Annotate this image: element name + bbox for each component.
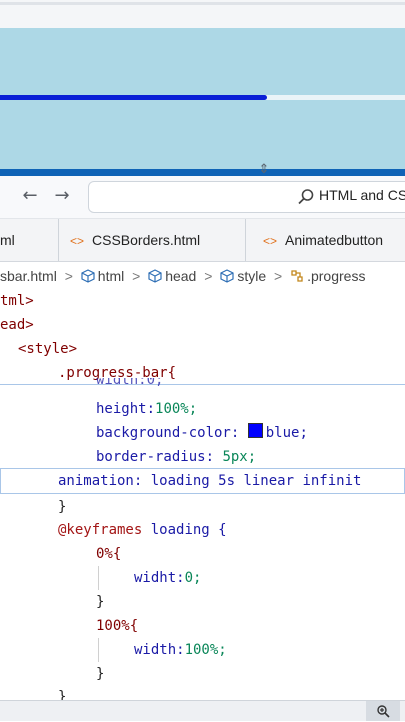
chevron-right-icon: > — [64, 268, 73, 284]
code-line: ead> — [0, 314, 34, 336]
code-line: widht:0; — [134, 567, 201, 589]
code-token: tml> — [0, 293, 34, 309]
code-token: ead> — [0, 317, 34, 333]
indent-guide — [98, 566, 99, 590]
code-token: 100%; — [155, 401, 198, 417]
color-swatch[interactable] — [247, 423, 263, 438]
code-token: border-radius: — [96, 449, 215, 465]
breadcrumb-label: html — [97, 268, 125, 284]
code-line: width:100%; — [134, 639, 227, 661]
code-line: border-radius: 5px; — [96, 446, 256, 468]
code-line: @keyframes loading { — [58, 519, 227, 541]
chevron-right-icon: > — [204, 268, 213, 284]
code-editor[interactable]: tml> ead> <style> .progress-bar{ width:0… — [0, 290, 405, 700]
breadcrumb-label: head — [165, 268, 197, 284]
breadcrumb: sbar.html > html > head > style > .progr… — [0, 262, 405, 291]
preview-pane — [0, 28, 405, 169]
cube-icon — [148, 269, 162, 283]
top-scroll-line — [0, 2, 405, 5]
window-top-strip — [0, 0, 405, 28]
code-token: 5px; — [222, 449, 257, 465]
code-line: tml> — [0, 290, 34, 312]
chevron-right-icon: > — [274, 268, 283, 284]
indent-guide — [98, 638, 99, 662]
code-line-partial: } — [58, 686, 66, 700]
code-token: } — [96, 594, 105, 610]
code-token: } — [58, 499, 67, 515]
breadcrumb-label: .progress — [307, 268, 366, 284]
breadcrumb-item-file[interactable]: sbar.html — [0, 262, 57, 290]
search-address-box[interactable]: HTML and CS — [88, 181, 405, 213]
address-text: HTML and CS — [319, 187, 405, 203]
code-token: @keyframes — [58, 522, 143, 538]
code-line-partial: width:0; — [96, 378, 163, 390]
status-bar — [0, 700, 405, 721]
code-token: background-color: — [96, 425, 240, 441]
code-token: 0; — [184, 570, 202, 586]
selector-icon — [291, 270, 303, 282]
code-token: 100%; — [184, 642, 227, 658]
back-arrow-icon[interactable]: ← — [18, 184, 42, 208]
code-token: <style> — [18, 341, 78, 357]
code-token: } — [58, 689, 67, 700]
breadcrumb-item-html[interactable]: html — [81, 262, 124, 290]
cube-icon — [81, 269, 95, 283]
pane-splitter[interactable] — [0, 169, 405, 176]
breadcrumb-item-style[interactable]: style — [220, 262, 266, 290]
code-token: width:0; — [96, 378, 164, 388]
code-line: 0%{ — [96, 543, 121, 565]
code-token: animation: — [58, 473, 143, 489]
code-token: } — [96, 666, 105, 682]
breadcrumb-item-selector[interactable]: .progress — [290, 262, 365, 290]
code-line: animation: loading 5s linear infinit — [58, 470, 361, 492]
cube-icon — [220, 269, 234, 283]
code-line: <style> — [18, 338, 77, 360]
code-line: } — [96, 663, 104, 685]
code-line: background-color: blue; — [96, 422, 308, 444]
zoom-icon — [377, 705, 390, 718]
tab-label: CSSBorders.html — [92, 232, 201, 248]
progress-bar-track — [0, 95, 405, 100]
code-token: widht: — [134, 570, 185, 586]
code-line: height:100%; — [96, 398, 197, 420]
editor-toolbar: ← → HTML and CS — [0, 176, 405, 219]
code-token: height: — [96, 401, 156, 417]
sticky-scroll-divider — [0, 384, 405, 386]
search-icon — [298, 189, 314, 205]
zoom-button[interactable] — [366, 701, 400, 721]
tab-cssborders[interactable]: <> CSSBorders.html — [58, 219, 246, 261]
tab-label: ml — [0, 232, 15, 248]
code-line: } — [58, 496, 66, 518]
code-token: loading 5s linear infinit — [150, 473, 362, 489]
code-icon: <> — [263, 234, 278, 248]
code-token: 0%{ — [96, 546, 122, 562]
code-icon: <> — [70, 234, 85, 248]
code-line: 100%{ — [96, 615, 138, 637]
progress-bar-fill — [0, 95, 268, 100]
tab-label: Animatedbutton — [285, 232, 384, 248]
file-tabs: ml <> CSSBorders.html <> Animatedbutton — [0, 219, 405, 262]
code-token: blue; — [265, 425, 308, 441]
tab-file-1[interactable]: ml — [0, 219, 59, 261]
breadcrumb-label: style — [237, 268, 267, 284]
breadcrumb-item-head[interactable]: head — [148, 262, 196, 290]
tab-animatedbutton[interactable]: <> Animatedbutton — [247, 219, 405, 261]
forward-arrow-icon[interactable]: → — [50, 184, 74, 208]
chevron-right-icon: > — [132, 268, 141, 284]
code-token: 100%{ — [96, 618, 139, 634]
code-token: width: — [134, 642, 185, 658]
code-line: } — [96, 591, 104, 613]
code-token: loading { — [150, 522, 227, 538]
